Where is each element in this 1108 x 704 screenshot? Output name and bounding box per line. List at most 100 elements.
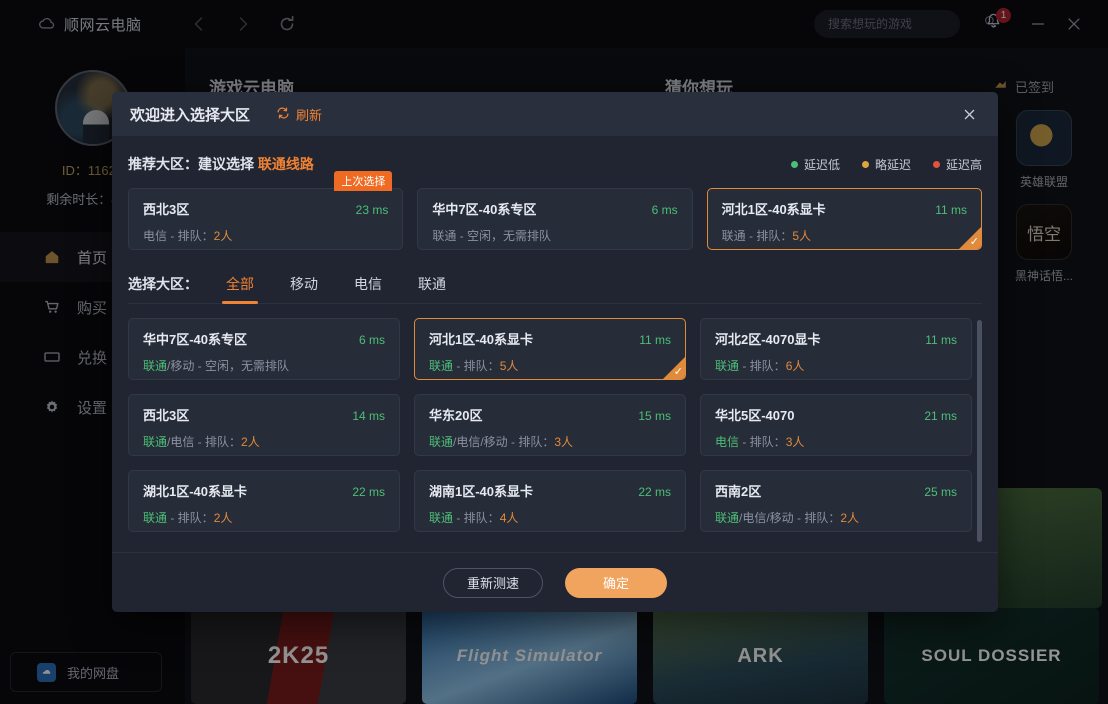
region-name: 西北3区: [143, 202, 190, 217]
refresh-button[interactable]: 刷新: [276, 105, 322, 124]
tab-unicom[interactable]: 联通: [412, 274, 452, 294]
region-queue-count: 2人: [241, 435, 260, 449]
region-queue-count: 5人: [792, 229, 812, 243]
region-card[interactable]: 华中7区-40系专区 6 ms 联通 - 空闲，无需排队: [417, 188, 693, 250]
tab-mobile[interactable]: 移动: [284, 274, 324, 294]
region-name: 华东20区: [429, 408, 483, 423]
region-tabs: 选择大区： 全部 移动 电信 联通: [128, 274, 982, 304]
region-card[interactable]: 西北3区 14 ms 联通/电信 - 排队：2人: [128, 394, 400, 456]
region-card-top: 河北1区-40系显卡 11 ms: [429, 329, 671, 348]
region-queue-count: 5人: [499, 359, 519, 373]
region-card-top: 湖南1区-40系显卡 22 ms: [429, 481, 671, 500]
region-name: 西南2区: [715, 484, 762, 499]
region-status: 联通 - 排队：2人: [143, 509, 385, 526]
modal-body: 推荐大区：建议选择 联通线路 延迟低 略延迟 延迟高 上次选择 西北3区 23 ms…: [112, 136, 998, 552]
recommend-label: 推荐大区：建议选择 联通线路: [128, 154, 314, 174]
region-name: 湖南1区-40系显卡: [429, 484, 534, 499]
region-select-modal: 欢迎进入选择大区 刷新 推荐大区：建议选择 联通线路 延迟低 略延迟 延迟高 上…: [112, 92, 998, 612]
region-ping: 23 ms: [355, 203, 389, 217]
region-ping: 11 ms: [935, 203, 967, 217]
legend-label: 延迟低: [803, 157, 840, 172]
refresh-icon: [276, 106, 290, 123]
region-status-text: - 排队：: [739, 435, 786, 449]
region-card-top: 河北1区-40系显卡 11 ms: [722, 199, 967, 218]
region-card-top: 西北3区 23 ms: [143, 199, 388, 218]
region-card[interactable]: 湖南1区-40系显卡 22 ms 联通 - 排队：4人: [414, 470, 686, 532]
region-isp: 联通: [143, 511, 168, 525]
tab-all[interactable]: 全部: [220, 274, 260, 304]
region-ping: 22 ms: [638, 485, 671, 499]
region-status: 联通 - 空闲，无需排队: [432, 227, 677, 244]
region-name: 湖北1区-40系显卡: [143, 484, 248, 499]
legend-dot-low: [790, 160, 798, 168]
confirm-button[interactable]: 确定: [565, 567, 667, 598]
check-icon: ✓: [969, 236, 979, 248]
recommend-row: 推荐大区：建议选择 联通线路 延迟低 略延迟 延迟高: [128, 154, 982, 174]
region-status-text: - 排队：: [453, 511, 500, 525]
region-isp: 联通: [429, 359, 454, 373]
region-ping: 6 ms: [358, 333, 385, 347]
legend: 延迟低 略延迟 延迟高: [790, 156, 982, 173]
legend-label: 延迟高: [945, 157, 982, 172]
region-status: 电信 - 排队：2人: [143, 227, 388, 244]
region-card-top: 西北3区 14 ms: [143, 405, 385, 424]
region-list-scrollbar[interactable]: [977, 320, 982, 542]
region-queue-count: 2人: [840, 511, 860, 525]
app-window: 顺网云电脑 1: [0, 0, 1108, 704]
region-name: 河北1区-40系显卡: [721, 202, 826, 217]
region-card[interactable]: 西南2区 25 ms 联通/电信/移动 - 排队：2人: [700, 470, 972, 532]
retest-button[interactable]: 重新测速: [443, 567, 543, 598]
region-status-text: /电信/移动 - 排队：: [453, 435, 555, 449]
region-name: 河北2区-4070显卡: [715, 332, 821, 347]
region-card[interactable]: 华北5区-4070 21 ms 电信 - 排队：3人: [700, 394, 972, 456]
region-card[interactable]: 上次选择 西北3区 23 ms 电信 - 排队：2人: [128, 171, 404, 250]
region-status: 电信 - 排队：3人: [715, 433, 957, 450]
modal-close-button[interactable]: [956, 101, 982, 127]
region-card[interactable]: 河北2区-4070显卡 11 ms 联通 - 排队：6人: [700, 318, 972, 380]
region-card[interactable]: 华中7区-40系专区 6 ms 联通/移动 - 空闲，无需排队: [128, 318, 400, 380]
region-isp: 联通: [715, 511, 740, 525]
region-queue-count: 6人: [785, 359, 805, 373]
region-status-text: /电信/移动 - 排队：: [739, 511, 841, 525]
region-queue-count: 4人: [499, 511, 519, 525]
modal-header: 欢迎进入选择大区 刷新: [112, 92, 998, 136]
region-name: 河北1区-40系显卡: [429, 332, 534, 347]
region-card[interactable]: 华东20区 15 ms 联通/电信/移动 - 排队：3人: [414, 394, 686, 456]
check-icon: ✓: [673, 366, 683, 378]
region-card[interactable]: 湖北1区-40系显卡 22 ms 联通 - 排队：2人: [128, 470, 400, 532]
region-isp: 联通: [715, 359, 740, 373]
region-queue-count: 3人: [554, 435, 574, 449]
region-status-text: 联通 - 空闲，无需排队: [432, 229, 551, 243]
region-ping: 6 ms: [651, 203, 678, 217]
region-card-top: 华北5区-4070 21 ms: [715, 405, 957, 424]
recommend-label-text: 推荐大区：建议选择: [128, 156, 258, 172]
region-card-top: 河北2区-4070显卡 11 ms: [715, 329, 957, 348]
region-card[interactable]: 河北1区-40系显卡 11 ms 联通 - 排队：5人 ✓: [706, 188, 982, 250]
recommend-highlight: 联通线路: [257, 156, 314, 172]
region-card-top: 华东20区 15 ms: [429, 405, 671, 424]
legend-item-low: 延迟低: [790, 156, 840, 173]
region-status-text: 联通 - 排队：: [721, 229, 793, 243]
refresh-label: 刷新: [296, 107, 323, 123]
tab-telecom[interactable]: 电信: [348, 274, 388, 294]
region-status: 联通/电信 - 排队：2人: [143, 433, 385, 450]
region-status-text: /移动 - 空闲，无需排队: [167, 359, 290, 373]
region-status: 联通/电信/移动 - 排队：2人: [715, 509, 957, 526]
region-status: 联通/电信/移动 - 排队：3人: [429, 433, 671, 450]
region-isp: 联通: [143, 435, 168, 449]
region-queue-count: 2人: [213, 229, 233, 243]
region-status-text: - 排队：: [739, 359, 786, 373]
region-ping: 11 ms: [925, 333, 957, 347]
region-status-text: - 排队：: [453, 359, 500, 373]
region-card[interactable]: 河北1区-40系显卡 11 ms 联通 - 排队：5人 ✓: [414, 318, 686, 380]
recommended-grid: 上次选择 西北3区 23 ms 电信 - 排队：2人 华中7区-40系专区 6 ms 联通 …: [128, 171, 982, 250]
region-card-top: 华中7区-40系专区 6 ms: [432, 199, 677, 218]
select-region-label: 选择大区：: [128, 276, 198, 292]
modal-title: 欢迎进入选择大区: [130, 106, 251, 124]
legend-item-high: 延迟高: [932, 156, 982, 173]
region-status: 联通 - 排队：4人: [429, 509, 671, 526]
legend-dot-mid: [861, 160, 869, 168]
region-ping: 15 ms: [638, 409, 671, 423]
region-ping: 11 ms: [639, 333, 671, 347]
region-isp: 联通: [429, 435, 454, 449]
